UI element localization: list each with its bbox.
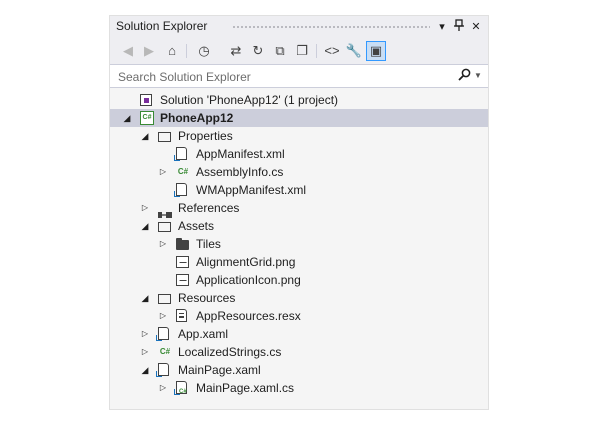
expanded-arrow-icon[interactable]: ◢ — [140, 127, 150, 145]
toolbar-separator — [316, 44, 317, 58]
tree-item-label: AlignmentGrid.png — [196, 255, 296, 269]
tree-item-label: Tiles — [196, 237, 221, 251]
folder-open-icon — [158, 132, 171, 142]
tree-item-label: Assets — [178, 219, 215, 233]
tree-item-label: AssemblyInfo.cs — [196, 165, 284, 179]
references-icon — [158, 205, 172, 218]
tree-item-label: ApplicationIcon.png — [196, 273, 301, 287]
search-options-chevron-down-icon[interactable]: ▼ — [474, 71, 482, 80]
image-file-icon — [176, 256, 189, 268]
tree-item-label: PhoneApp12 — [160, 111, 234, 125]
tree-item[interactable]: ◢ C# PhoneApp12 — [110, 109, 488, 127]
tree-item[interactable]: ▷ App.xaml — [110, 325, 488, 343]
pin-icon[interactable] — [451, 19, 467, 35]
pending-changes-filter-icon[interactable]: ◷ — [194, 41, 214, 61]
tree-item-label: AppResources.resx — [196, 309, 301, 323]
home-icon[interactable]: ⌂ — [162, 41, 182, 61]
tree-item[interactable]: Solution 'PhoneApp12' (1 project) — [110, 91, 488, 109]
titlebar-drag-grip[interactable] — [232, 25, 430, 29]
show-all-files-icon[interactable]: ❐ — [292, 41, 312, 61]
tree-item-label: App.xaml — [178, 327, 229, 341]
tree-item-label: References — [178, 201, 240, 215]
view-code-icon[interactable]: <> — [322, 41, 342, 61]
folder-open-icon — [158, 294, 171, 304]
csharp-file-icon: C# — [177, 167, 189, 176]
collapsed-arrow-icon[interactable]: ▷ — [158, 163, 168, 181]
xml-file-icon — [174, 183, 187, 197]
pin-glyph — [454, 19, 464, 31]
window-position-dropdown-icon[interactable]: ▾ — [434, 19, 450, 35]
tree-item[interactable]: ▷ C# AssemblyInfo.cs — [110, 163, 488, 181]
solution-explorer-panel: Solution Explorer ▾ ✕ ◀▶⌂ ◷ ⇄↻⧉❐ <>🔧▣ ▼ Sol… — [109, 15, 489, 410]
tree-item[interactable]: ▷ C# MainPage.xaml.cs — [110, 379, 488, 397]
csharp-project-icon: C# — [140, 111, 154, 125]
solution-icon — [140, 94, 152, 106]
xml-file-icon — [174, 147, 187, 161]
folder-icon — [176, 238, 189, 250]
tree-item-label: MainPage.xaml.cs — [196, 381, 295, 395]
xaml-file-icon — [156, 327, 169, 341]
collapse-all-icon[interactable]: ⧉ — [270, 41, 290, 61]
collapsed-arrow-icon[interactable]: ▷ — [140, 343, 150, 361]
panel-titlebar: Solution Explorer ▾ ✕ — [110, 16, 488, 38]
forward-icon[interactable]: ▶ — [139, 41, 159, 61]
tree-item[interactable]: AppManifest.xml — [110, 145, 488, 163]
sync-with-active-document-icon[interactable]: ⇄ — [226, 41, 246, 61]
tree-item[interactable]: ▷ References — [110, 199, 488, 218]
tree-item[interactable]: WMAppManifest.xml — [110, 181, 488, 199]
tree-item-label: LocalizedStrings.cs — [178, 345, 282, 359]
back-icon[interactable]: ◀ — [118, 41, 138, 61]
collapsed-arrow-icon[interactable]: ▷ — [158, 379, 168, 397]
collapsed-arrow-icon[interactable]: ▷ — [140, 199, 150, 217]
panel-title: Solution Explorer — [116, 19, 208, 33]
preview-selected-items-icon[interactable]: ▣ — [366, 41, 386, 61]
tree-item[interactable]: ▷ AppResources.resx — [110, 307, 488, 325]
search-input[interactable] — [116, 68, 440, 86]
tree-item-label: Properties — [178, 129, 233, 143]
tree-item[interactable]: ◢ Resources — [110, 289, 488, 307]
tree-item[interactable]: ◢ Properties — [110, 127, 488, 145]
expanded-arrow-icon[interactable]: ◢ — [140, 217, 150, 235]
refresh-icon[interactable]: ↻ — [248, 41, 268, 61]
folder-open-icon — [158, 222, 171, 232]
collapsed-arrow-icon[interactable]: ▷ — [158, 235, 168, 253]
expanded-arrow-icon[interactable]: ◢ — [140, 289, 150, 307]
properties-wrench-icon[interactable]: 🔧 — [344, 41, 364, 61]
tree-item-label: Resources — [178, 291, 236, 305]
close-icon[interactable]: ✕ — [468, 19, 484, 35]
csharp-linked-file-icon: C# — [174, 381, 187, 395]
search-box[interactable]: ▼ — [110, 64, 488, 88]
tree-item[interactable]: ▷ C# LocalizedStrings.cs — [110, 343, 488, 361]
toolbar-separator — [186, 44, 187, 58]
tree-item[interactable]: AlignmentGrid.png — [110, 253, 488, 271]
tree-item-label: Solution 'PhoneApp12' (1 project) — [160, 93, 339, 107]
tree-item-label: WMAppManifest.xml — [196, 183, 307, 197]
tree-item[interactable]: ◢ MainPage.xaml — [110, 361, 488, 379]
tree-item[interactable]: ▷ Tiles — [110, 235, 488, 253]
tree-item[interactable]: ◢ Assets — [110, 217, 488, 235]
xaml-file-icon — [156, 363, 169, 377]
search-icon[interactable] — [458, 68, 471, 84]
collapsed-arrow-icon[interactable]: ▷ — [140, 325, 150, 343]
expanded-arrow-icon[interactable]: ◢ — [122, 109, 132, 127]
image-file-icon — [176, 274, 189, 286]
resx-file-icon — [176, 309, 187, 322]
tree-item-label: AppManifest.xml — [196, 147, 285, 161]
tree-item-label: MainPage.xaml — [178, 363, 261, 377]
collapsed-arrow-icon[interactable]: ▷ — [158, 307, 168, 325]
tree-item[interactable]: ApplicationIcon.png — [110, 271, 488, 289]
magnifier-glyph — [458, 68, 471, 81]
panel-toolbar: ◀ ▶ ⌂ ◷ ⇄ ↻ ⧉ ❐ <> 🔧 ▣ — [110, 38, 488, 64]
csharp-file-icon: C# — [159, 347, 171, 356]
expanded-arrow-icon[interactable]: ◢ — [140, 361, 150, 379]
